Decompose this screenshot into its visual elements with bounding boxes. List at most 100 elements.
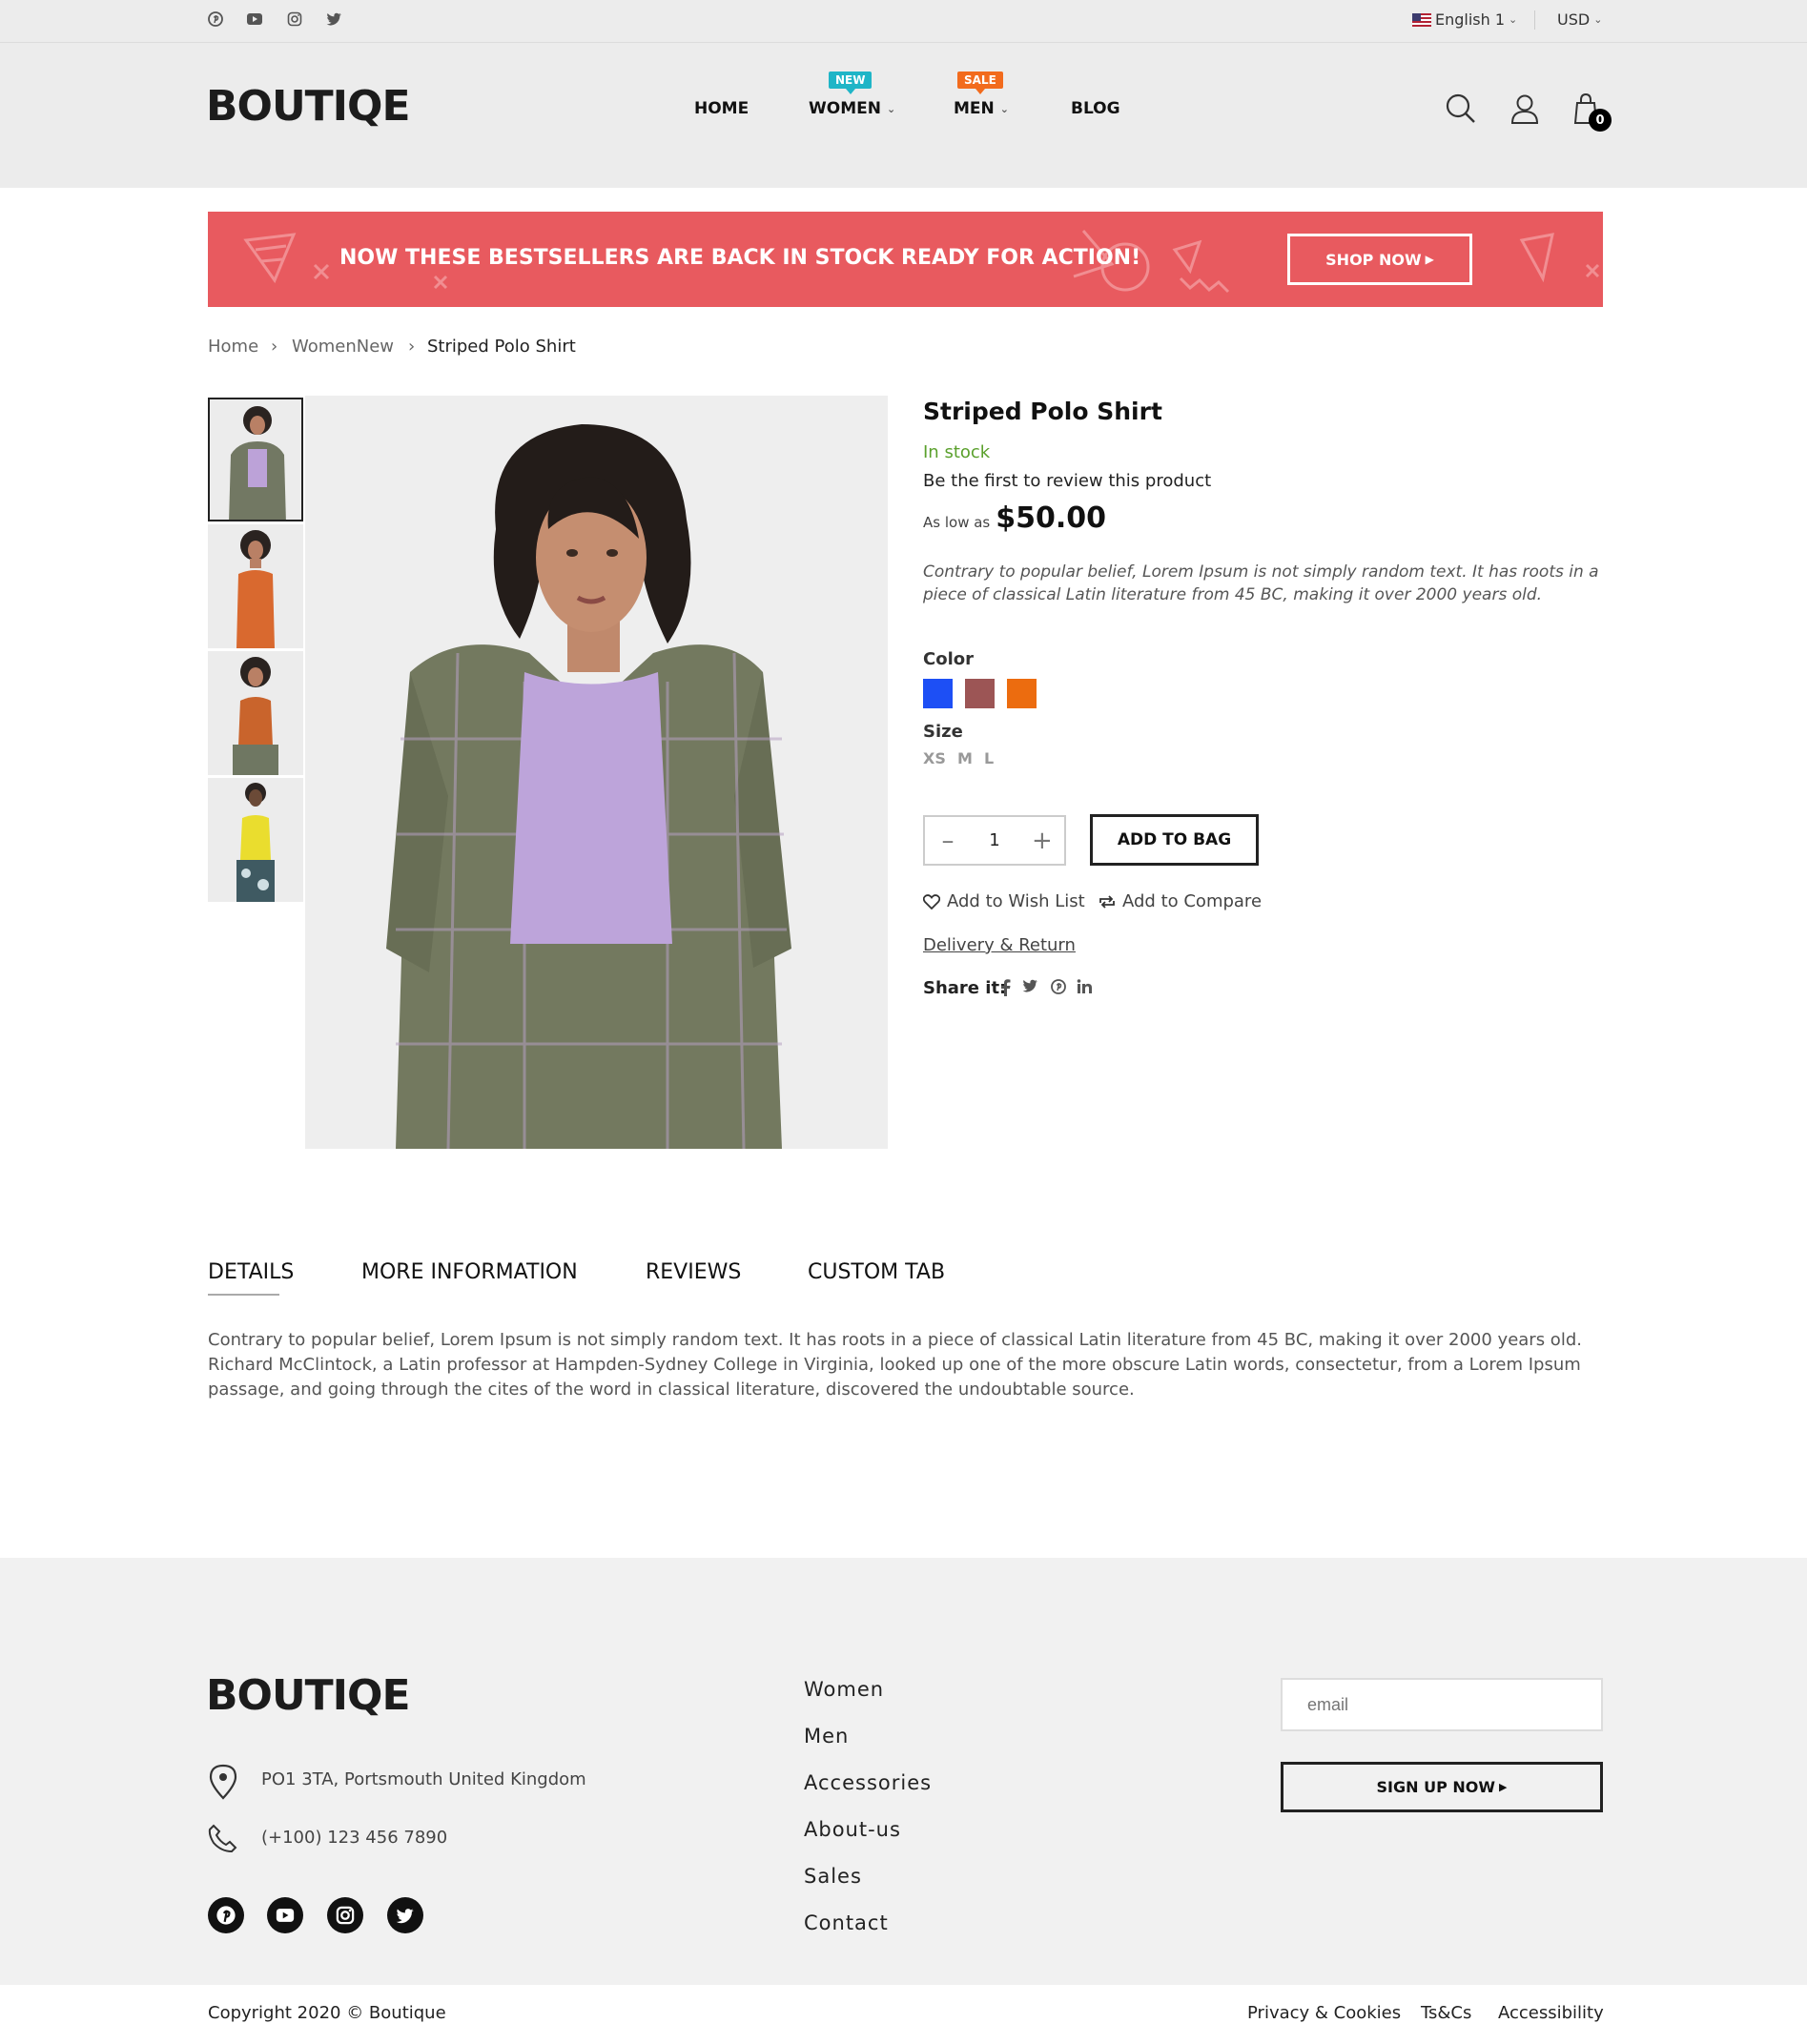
quantity-stepper: – 1 + <box>923 815 1066 866</box>
banner-text: NOW THESE BESTSELLERS ARE BACK IN STOCK … <box>339 246 1141 270</box>
chevron-down-icon: ⌄ <box>886 102 896 115</box>
cart-count-badge: 0 <box>1589 109 1612 132</box>
add-to-bag-button[interactable]: ADD TO BAG <box>1090 814 1259 866</box>
footer-link-about-us[interactable]: About-us <box>804 1818 901 1841</box>
size-option-l[interactable]: L <box>984 749 994 767</box>
sale-badge: SALE <box>957 72 1003 94</box>
email-field[interactable] <box>1281 1678 1603 1731</box>
tab-details[interactable]: DETAILS <box>208 1260 294 1284</box>
copyright: Copyright 2020 © Boutique <box>208 2003 446 2023</box>
youtube-icon[interactable] <box>246 10 263 28</box>
instagram-icon[interactable] <box>286 10 303 28</box>
instagram-icon[interactable] <box>327 1897 363 1933</box>
heart-icon <box>923 893 940 910</box>
breadcrumb-home[interactable]: Home <box>208 337 258 357</box>
compare-icon <box>1099 894 1115 909</box>
nav-home[interactable]: HOME <box>694 99 749 118</box>
sign-up-button[interactable]: SIGN UP NOW ▶ <box>1281 1762 1603 1812</box>
chevron-down-icon: ⌄ <box>1509 13 1518 26</box>
currency-label: USD <box>1557 10 1591 29</box>
currency-selector[interactable]: USD ⌄ <box>1557 10 1602 29</box>
caret-right-icon: ▶ <box>1425 253 1434 266</box>
nav-blog-label: BLOG <box>1071 99 1120 118</box>
terms-link[interactable]: Ts&Cs <box>1421 2003 1471 2023</box>
wish-list-link[interactable]: Add to Wish List <box>923 891 1085 911</box>
nav-blog[interactable]: BLOG <box>1071 99 1120 118</box>
language-selector[interactable]: English 1 ⌄ <box>1412 10 1517 29</box>
chevron-down-icon: ⌄ <box>1593 13 1603 26</box>
linkedin-icon[interactable] <box>1077 979 1094 996</box>
shop-now-button[interactable]: SHOP NOW ▶ <box>1287 234 1472 285</box>
caret-right-icon: ▶ <box>1499 1781 1508 1793</box>
color-swatch-blue[interactable] <box>923 679 953 708</box>
color-label: Color <box>923 649 974 669</box>
privacy-link[interactable]: Privacy & Cookies <box>1247 2003 1401 2023</box>
breadcrumb-category[interactable]: WomenNew <box>292 337 394 357</box>
share-label: Share it: <box>923 978 1007 998</box>
minus-icon[interactable]: – <box>938 828 957 853</box>
sign-up-label: SIGN UP NOW <box>1376 1778 1496 1796</box>
facebook-icon[interactable] <box>999 979 1016 996</box>
color-swatch-brown[interactable] <box>965 679 995 708</box>
product-thumbnail[interactable] <box>208 651 303 775</box>
twitter-icon[interactable] <box>387 1897 423 1933</box>
product-main-image[interactable] <box>305 396 888 1149</box>
accessibility-link[interactable]: Accessibility <box>1498 2003 1604 2023</box>
promo-banner: NOW THESE BESTSELLERS ARE BACK IN STOCK … <box>208 212 1603 307</box>
wish-list-label: Add to Wish List <box>947 891 1085 911</box>
chevron-down-icon: ⌄ <box>999 102 1009 115</box>
user-icon[interactable] <box>1509 92 1541 125</box>
pinterest-icon[interactable] <box>207 10 224 28</box>
new-badge: NEW <box>829 72 873 94</box>
price-prefix: As low as <box>923 514 991 531</box>
nav-men[interactable]: MEN ⌄ <box>954 99 1009 118</box>
phone-icon <box>208 1823 238 1853</box>
twitter-icon[interactable] <box>325 10 342 28</box>
size-option-m[interactable]: M <box>957 749 973 767</box>
pinterest-icon[interactable] <box>208 1897 244 1933</box>
pinterest-icon[interactable] <box>1051 979 1068 996</box>
short-description: Contrary to popular belief, Lorem Ipsum … <box>923 562 1599 604</box>
top-bar <box>0 0 1807 43</box>
review-link[interactable]: Be the first to review this product <box>923 471 1211 491</box>
language-label: English 1 <box>1435 10 1506 29</box>
delivery-return-link[interactable]: Delivery & Return <box>923 935 1076 955</box>
breadcrumb-current: Striped Polo Shirt <box>427 337 576 357</box>
tab-custom[interactable]: CUSTOM TAB <box>808 1260 945 1284</box>
tab-more-information[interactable]: MORE INFORMATION <box>361 1260 578 1284</box>
nav-women-label: WOMEN <box>809 99 881 118</box>
footer-link-accessories[interactable]: Accessories <box>804 1771 932 1794</box>
chevron-right-icon: › <box>271 337 278 357</box>
logo[interactable]: BOUTIQE <box>206 82 411 131</box>
search-icon[interactable] <box>1445 92 1477 125</box>
color-swatch-orange[interactable] <box>1007 679 1037 708</box>
price-row: As low as $50.00 <box>923 501 1106 535</box>
plus-icon[interactable]: + <box>1032 828 1053 853</box>
divider <box>1534 10 1535 30</box>
footer-link-men[interactable]: Men <box>804 1725 849 1748</box>
youtube-icon[interactable] <box>267 1897 303 1933</box>
chevron-right-icon: › <box>408 337 416 357</box>
nav-home-label: HOME <box>694 99 749 118</box>
size-option-xs[interactable]: XS <box>923 749 946 767</box>
product-thumbnail[interactable] <box>208 778 303 902</box>
details-text: Contrary to popular belief, Lorem Ipsum … <box>208 1330 1582 1400</box>
us-flag-icon <box>1412 12 1431 27</box>
product-thumbnail[interactable] <box>208 398 303 521</box>
tab-reviews[interactable]: REVIEWS <box>646 1260 741 1284</box>
footer-address: PO1 3TA, Portsmouth United Kingdom <box>261 1769 586 1789</box>
footer-logo[interactable]: BOUTIQE <box>206 1671 411 1720</box>
shop-now-label: SHOP NOW <box>1325 250 1422 269</box>
product-thumbnail[interactable] <box>208 524 303 648</box>
quantity-value[interactable]: 1 <box>989 830 999 850</box>
footer-link-women[interactable]: Women <box>804 1678 884 1701</box>
footer-link-contact[interactable]: Contact <box>804 1911 889 1934</box>
compare-label: Add to Compare <box>1122 891 1263 911</box>
twitter-icon[interactable] <box>1022 979 1039 996</box>
product-title: Striped Polo Shirt <box>923 398 1162 425</box>
nav-women[interactable]: WOMEN ⌄ <box>809 99 895 118</box>
footer-link-sales[interactable]: Sales <box>804 1865 862 1888</box>
footer-phone: (+100) 123 456 7890 <box>261 1828 448 1848</box>
stock-status: In stock <box>923 442 991 462</box>
compare-link[interactable]: Add to Compare <box>1099 891 1262 911</box>
